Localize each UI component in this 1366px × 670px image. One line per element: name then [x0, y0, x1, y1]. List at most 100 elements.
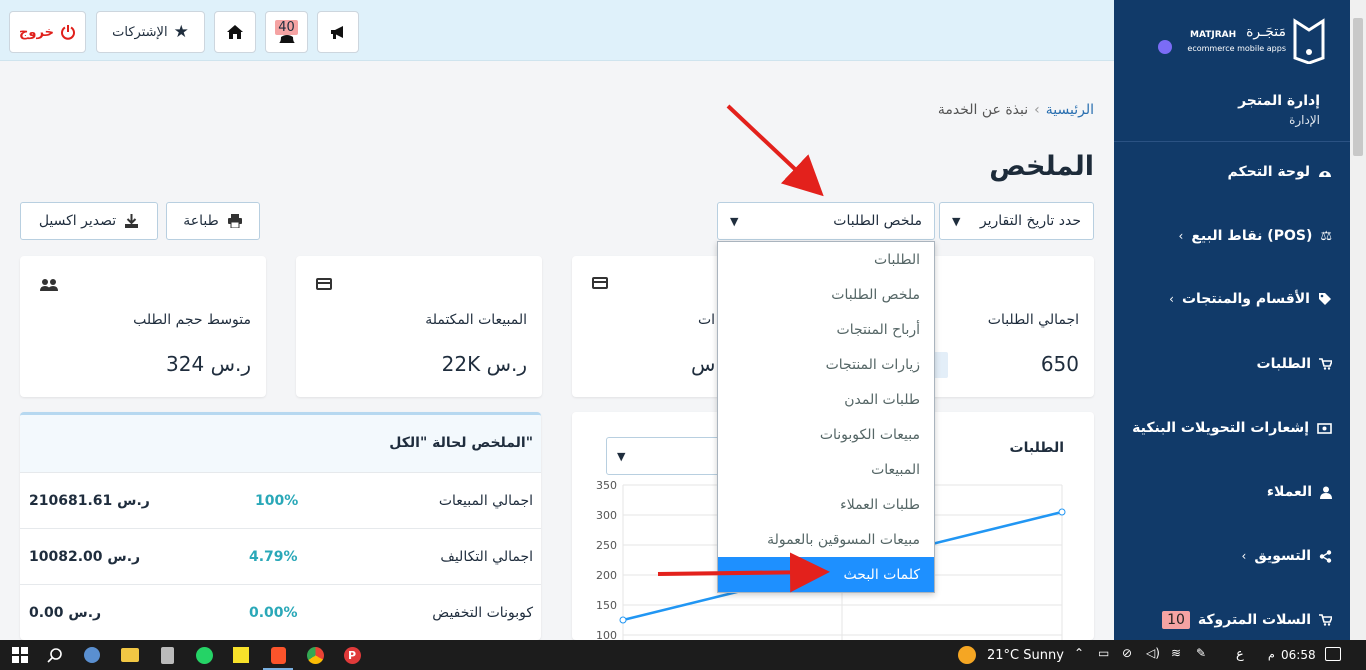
sidebar-item-categories[interactable]: ‹ الأقسام والمنتجات: [1169, 291, 1332, 307]
y-tick-label: 150: [596, 599, 617, 612]
subscriptions-label: الإشتركات: [112, 24, 168, 40]
arrow-annotation: [726, 104, 824, 197]
windows-start-icon[interactable]: [8, 643, 32, 667]
input-language[interactable]: ع: [1236, 647, 1244, 662]
sidebar-item-label: لوحة التحكم: [1227, 164, 1310, 180]
dropdown-option[interactable]: مبيعات المسوقين بالعمولة: [718, 522, 934, 557]
cart-icon: [1319, 614, 1332, 626]
sidebar-item-pos[interactable]: ‹ نقاط البيع (POS) ⚖: [1179, 228, 1332, 244]
chevron-icon: ‹: [1169, 292, 1174, 306]
summary-row-percent: 4.79%: [249, 549, 298, 565]
top-bar: خروج الإشتركات ★ 40: [0, 0, 1114, 61]
clock-ampm[interactable]: م: [1268, 648, 1275, 661]
sidebar-item-bank-transfers[interactable]: إشعارات التحويلات البنكية: [1132, 420, 1332, 436]
money-icon: [1317, 422, 1332, 434]
y-tick-label: 200: [596, 569, 617, 582]
sidebar-item-label: الطلبات: [1256, 356, 1311, 372]
chevron-up-icon[interactable]: ⌃: [1074, 646, 1084, 660]
stat-label: اجمالي الطلبات: [987, 312, 1079, 328]
summary-row: كوبونات التخفيض 0.00% 0.00 ر.س: [20, 584, 541, 640]
app-icon[interactable]: [80, 643, 104, 667]
sidebar-item-dashboard[interactable]: لوحة التحكم: [1228, 164, 1332, 180]
dropdown-option[interactable]: كلمات البحث: [718, 557, 934, 592]
sidebar-item-label: نقاط البيع (POS): [1191, 228, 1313, 244]
stat-value: 650: [1040, 352, 1079, 376]
summary-row-percent: 0.00%: [249, 605, 298, 621]
data-point[interactable]: [1058, 508, 1066, 516]
stat-value: 324 ر.س: [166, 352, 251, 376]
sidebar-item-customers[interactable]: العملاء: [1267, 484, 1332, 500]
chrome-icon[interactable]: [303, 643, 327, 667]
sidebar-item-marketing[interactable]: ‹ التسويق: [1242, 548, 1332, 564]
whatsapp-icon[interactable]: [192, 643, 216, 667]
volume-icon[interactable]: ◁): [1146, 646, 1160, 660]
users-icon: [40, 279, 58, 291]
matjrah-logo-icon: [1293, 18, 1325, 64]
dropdown-option[interactable]: ملخص الطلبات: [718, 277, 934, 312]
subscriptions-button[interactable]: الإشتركات ★: [96, 11, 205, 53]
weather-icon[interactable]: [958, 646, 976, 664]
breadcrumb-current: نبذة عن الخدمة: [937, 102, 1029, 118]
star-icon: ★: [173, 22, 189, 42]
store-subtitle: الإدارة: [1289, 113, 1320, 127]
export-excel-button[interactable]: تصدير اكسيل: [20, 202, 158, 240]
clock-time[interactable]: 06:58: [1281, 648, 1316, 662]
wifi-icon[interactable]: ≋: [1171, 646, 1181, 660]
dropdown-option[interactable]: زيارات المنتجات: [718, 347, 934, 382]
chevron-icon: ‹: [1241, 549, 1247, 563]
data-point[interactable]: [619, 616, 627, 624]
logout-button[interactable]: خروج: [9, 11, 86, 53]
card-icon: [592, 277, 608, 289]
calculator-icon[interactable]: [155, 643, 179, 667]
home-button[interactable]: [214, 11, 256, 53]
dropdown-option[interactable]: أرباح المنتجات: [718, 312, 934, 347]
battery-icon[interactable]: ▭: [1098, 646, 1109, 660]
logout-label: خروج: [19, 24, 54, 40]
stat-value: س: [691, 352, 716, 376]
report-type-select[interactable]: ▼ ملخص الطلبات: [717, 202, 935, 240]
page-scrollbar[interactable]: [1350, 0, 1366, 640]
sidebar-item-abandoned-carts[interactable]: 10 السلات المتروكة: [1162, 611, 1332, 629]
breadcrumb-home-link[interactable]: الرئيسية: [1046, 102, 1094, 118]
dropdown-option[interactable]: طلبات العملاء: [718, 487, 934, 522]
summary-row: اجمالي المبيعات 100% 210681.61 ر.س: [20, 472, 541, 528]
report-type-dropdown: الطلبات ملخص الطلبات أرباح المنتجات زيارات …: [717, 241, 935, 593]
sticky-notes-icon[interactable]: [229, 643, 253, 667]
report-date-select[interactable]: ▼ حدد تاريخ التقارير: [939, 202, 1094, 240]
app-p-icon[interactable]: P: [340, 643, 364, 667]
export-label: تصدير اكسيل: [38, 213, 117, 229]
notifications-button[interactable]: 40: [265, 11, 308, 53]
tag-icon: [1319, 293, 1331, 305]
sidebar-item-label: السلات المتروكة: [1197, 612, 1311, 628]
caret-down-icon: ▼: [952, 214, 961, 228]
dashboard-icon: [1319, 171, 1331, 177]
weather-text[interactable]: 21°C Sunny: [987, 648, 1064, 663]
scale-icon: ⚖: [1320, 228, 1332, 244]
notification-center-icon[interactable]: [1325, 647, 1341, 661]
dropdown-option[interactable]: مبيعات الكوبونات: [718, 417, 934, 452]
dropdown-option[interactable]: طلبات المدن: [718, 382, 934, 417]
brand-logo: مَتجَـرة MATJRAH ecommerce mobile apps: [1158, 16, 1326, 66]
sidebar-item-label: العملاء: [1266, 484, 1312, 500]
sidebar-divider: [1114, 141, 1350, 142]
print-button[interactable]: طباعة: [166, 202, 260, 240]
dropdown-option[interactable]: الطلبات: [718, 242, 934, 277]
summary-row-label: اجمالي التكاليف: [440, 549, 533, 565]
pen-icon[interactable]: ✎: [1196, 646, 1206, 660]
scrollbar-thumb[interactable]: [1353, 18, 1363, 156]
sidebar-item-orders[interactable]: الطلبات: [1257, 356, 1332, 372]
brave-browser-icon[interactable]: [266, 643, 290, 667]
stat-label: متوسط حجم الطلب: [133, 312, 251, 328]
file-explorer-icon[interactable]: [118, 643, 142, 667]
stat-label: ات: [698, 312, 716, 328]
home-icon: [227, 25, 243, 39]
announcements-button[interactable]: [317, 11, 359, 53]
user-icon: [1320, 486, 1332, 499]
bell-icon: [278, 34, 295, 43]
stat-card-completed-sales: المبيعات المكتملة 22K ر.س: [296, 256, 542, 397]
dropdown-option[interactable]: المبيعات: [718, 452, 934, 487]
network-off-icon[interactable]: ⊘: [1122, 646, 1132, 660]
search-icon[interactable]: [43, 643, 67, 667]
page-title: الملخص: [989, 151, 1094, 182]
taskbar: P 21°C Sunny ⌃ ▭ ⊘ ◁) ≋ ✎ ع م 06:58: [0, 640, 1366, 670]
